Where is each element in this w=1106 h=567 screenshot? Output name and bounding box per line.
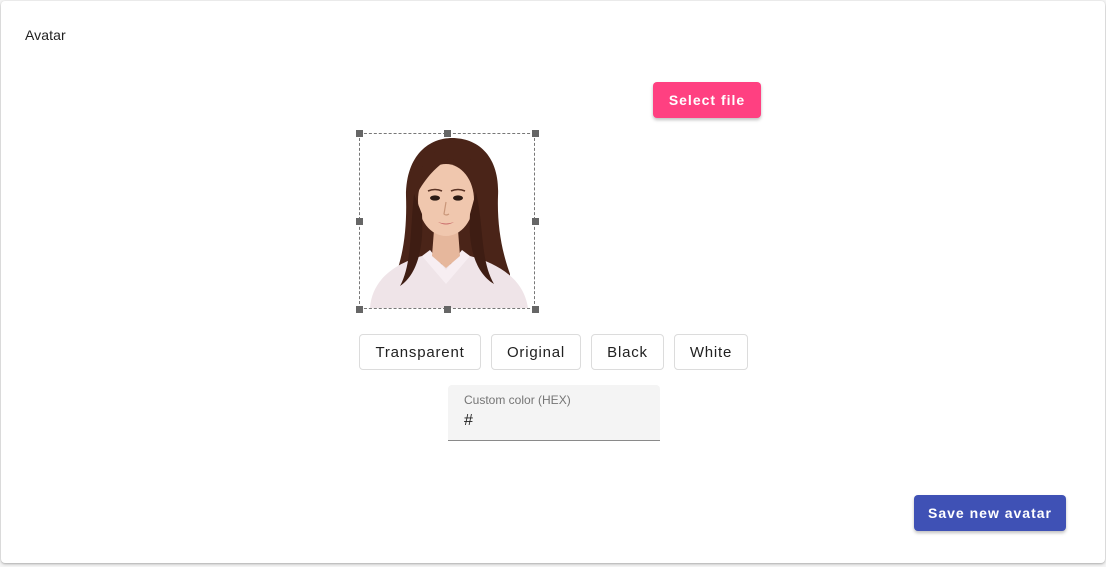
custom-color-field[interactable]: Custom color (HEX) #	[448, 385, 660, 441]
select-file-button[interactable]: Select file	[653, 82, 761, 118]
crop-handle-top-right[interactable]	[532, 130, 539, 137]
crop-handle-bottom-left[interactable]	[356, 306, 363, 313]
original-button[interactable]: Original	[491, 334, 581, 370]
black-button[interactable]: Black	[591, 334, 664, 370]
crop-handle-top-left[interactable]	[356, 130, 363, 137]
crop-handle-top[interactable]	[444, 130, 451, 137]
hex-prefix: #	[464, 412, 473, 429]
card-title: Avatar	[25, 27, 66, 43]
crop-handle-right[interactable]	[532, 218, 539, 225]
save-avatar-button[interactable]: Save new avatar	[914, 495, 1066, 531]
avatar-crop-area[interactable]	[356, 130, 539, 313]
avatar-card: Avatar Select file Transparent Original …	[1, 1, 1105, 563]
custom-color-label: Custom color (HEX)	[464, 393, 571, 407]
avatar-image	[360, 134, 534, 308]
transparent-button[interactable]: Transparent	[359, 334, 481, 370]
white-button[interactable]: White	[674, 334, 748, 370]
custom-color-input[interactable]	[478, 410, 648, 432]
crop-handle-bottom-right[interactable]	[532, 306, 539, 313]
crop-handle-bottom[interactable]	[444, 306, 451, 313]
crop-handle-left[interactable]	[356, 218, 363, 225]
